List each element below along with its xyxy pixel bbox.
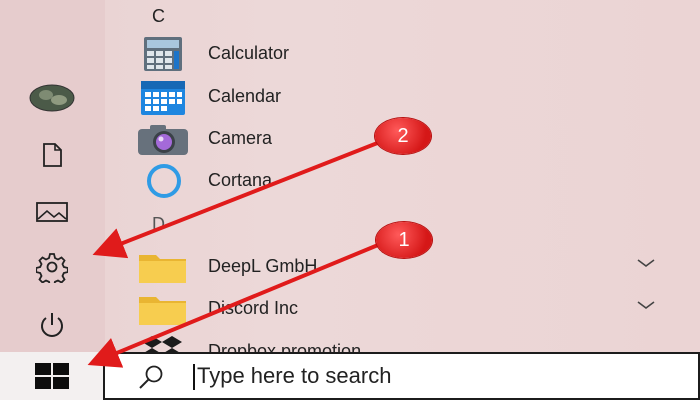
annotation-badge-1: 1	[376, 222, 432, 258]
annotation-badge-2: 2	[375, 118, 431, 154]
annotation-arrow-2	[92, 140, 381, 259]
annotation-arrows	[87, 140, 381, 368]
annotation-arrow-1	[87, 243, 379, 368]
